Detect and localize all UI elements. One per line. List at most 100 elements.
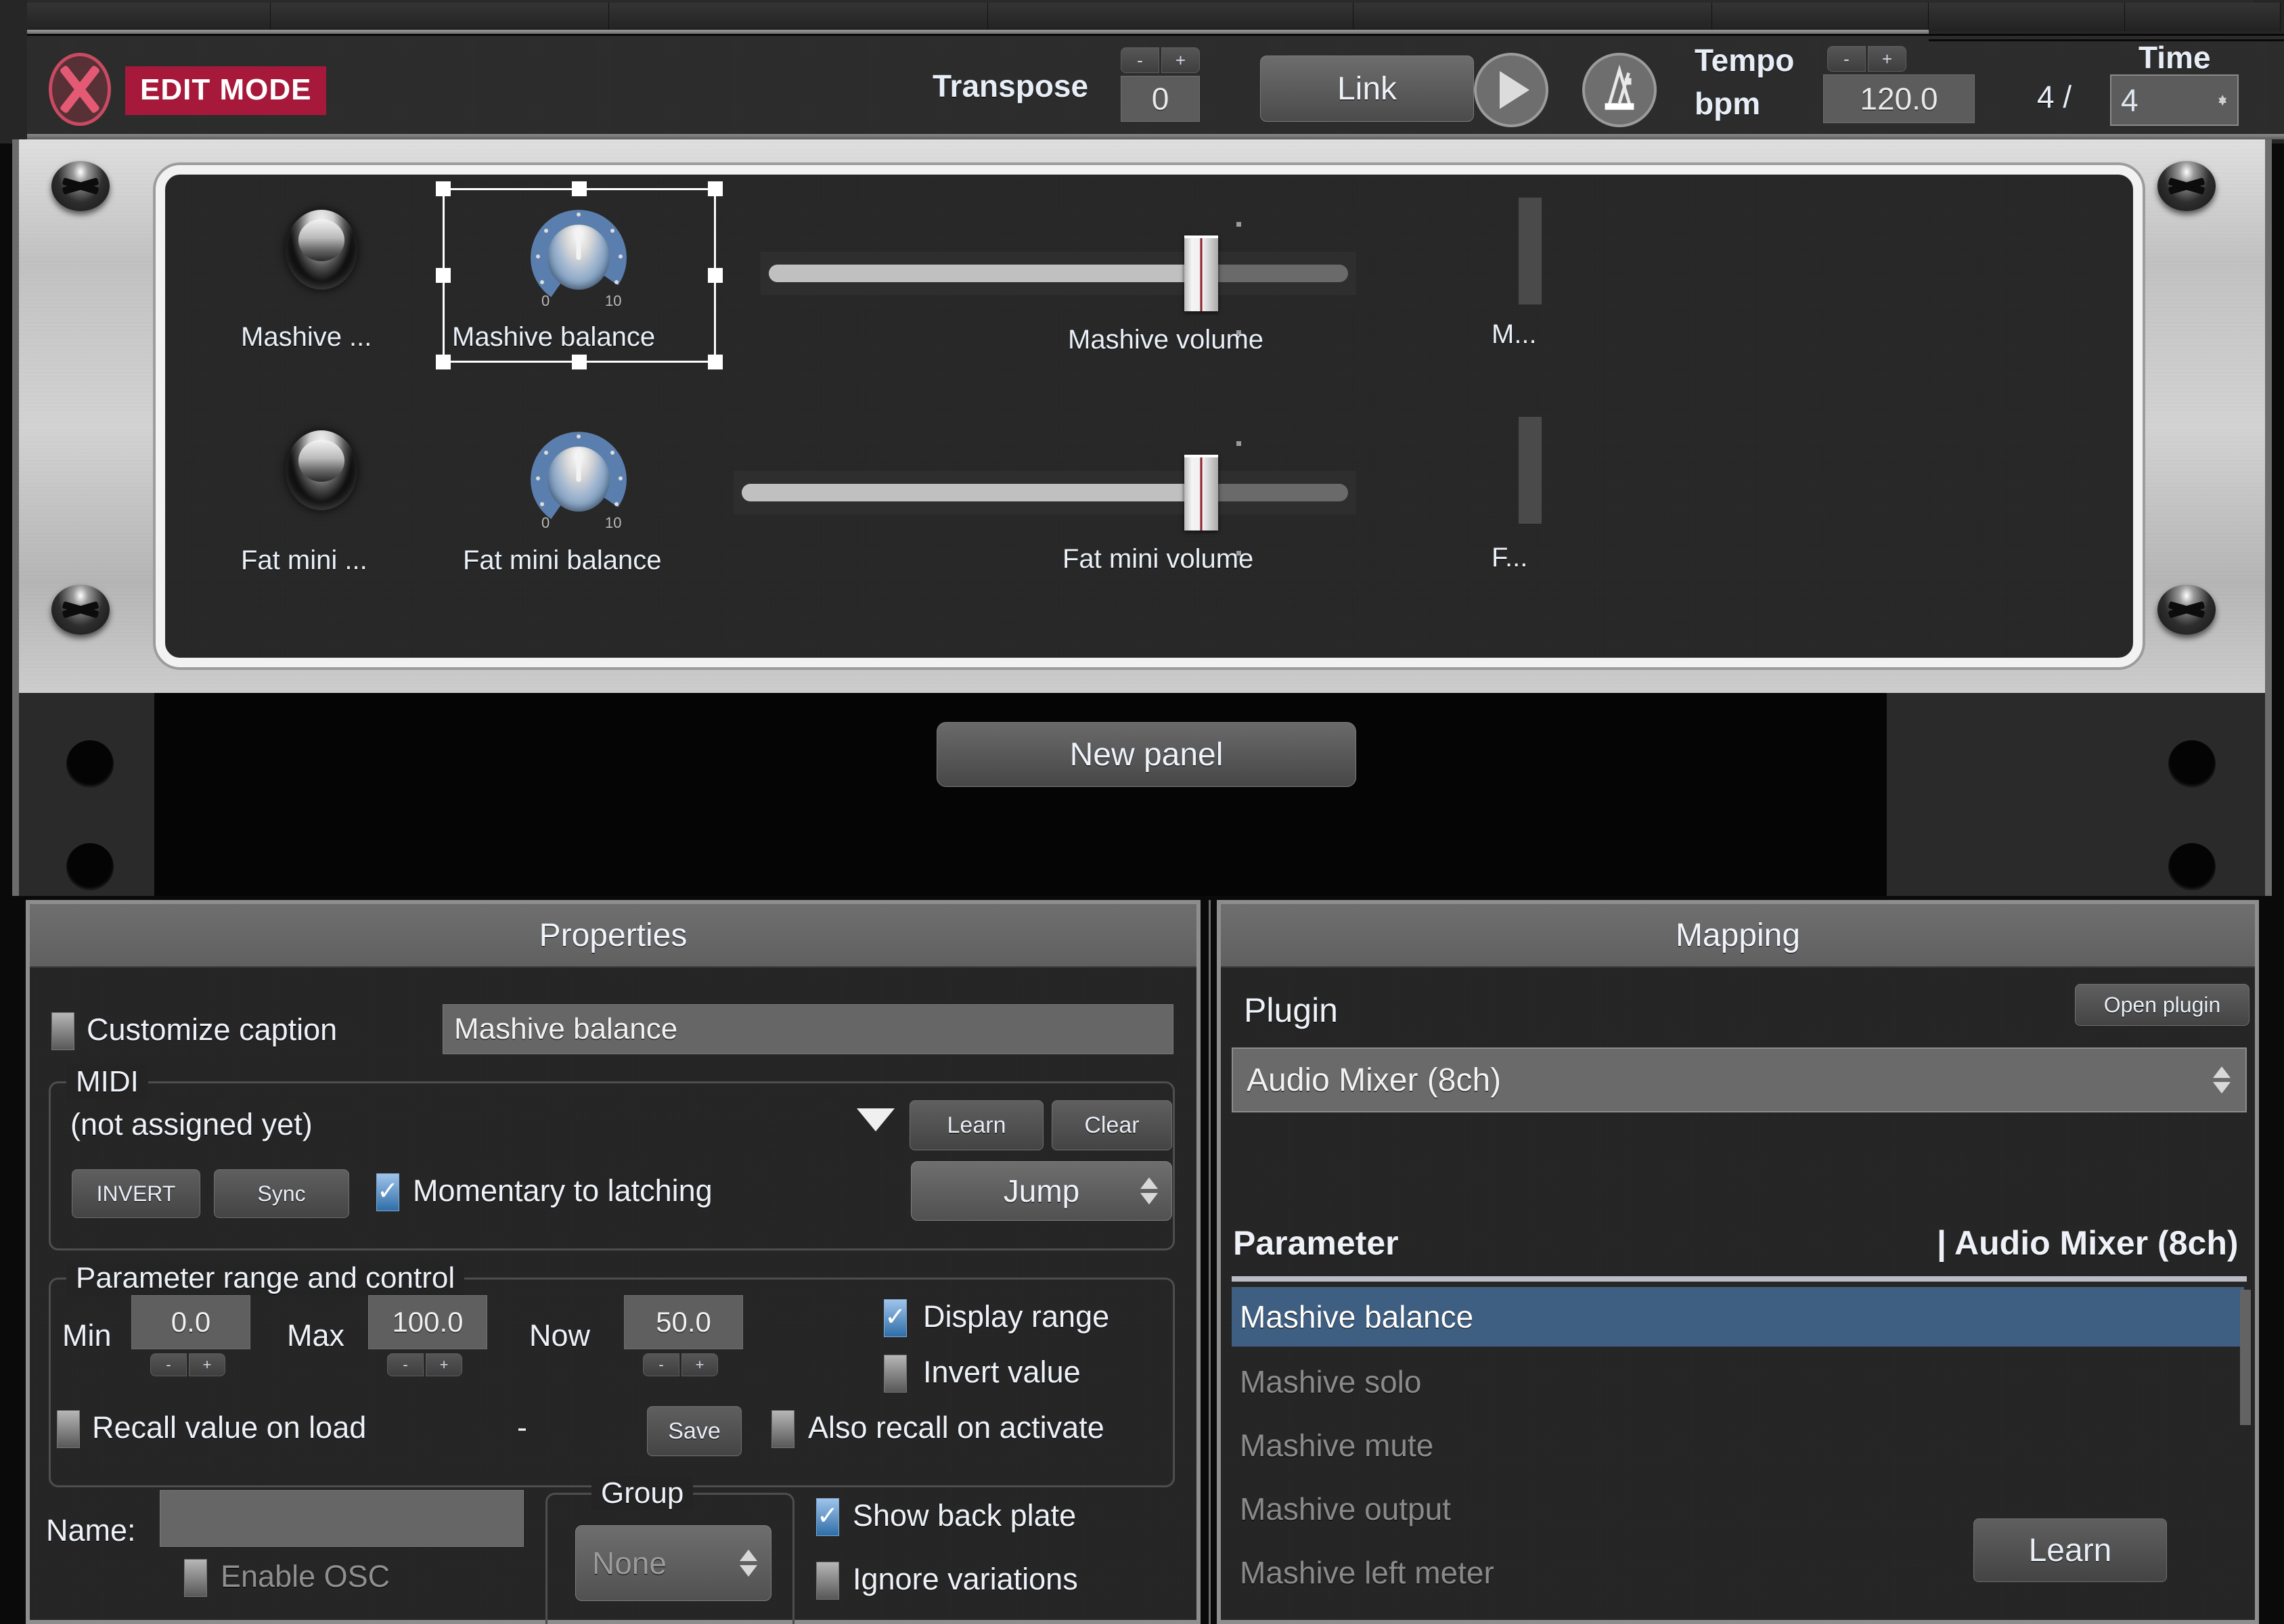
min-minus-button[interactable]: -	[150, 1353, 187, 1376]
link-button[interactable]: Link	[1260, 55, 1474, 122]
selection-handle-e[interactable]	[708, 268, 723, 283]
now-plus-button[interactable]: +	[681, 1353, 718, 1376]
plugin-value: Audio Mixer (8ch)	[1247, 1062, 1502, 1098]
parameter-row-0[interactable]: Mashive balance	[1232, 1287, 2244, 1347]
parameter-name: Mashive balance	[1240, 1299, 1474, 1334]
midi-sync-button[interactable]: Sync	[214, 1169, 349, 1218]
knob-scale-max: 10	[605, 514, 622, 531]
knob-scale-max: 10	[605, 292, 622, 309]
toolbar-tab[interactable]	[988, 3, 1353, 31]
transpose-stepper[interactable]: - +	[1121, 47, 1200, 73]
toolbar-tab[interactable]	[271, 3, 609, 31]
momentary-latching-checkbox[interactable]	[376, 1173, 399, 1211]
metronome-icon[interactable]	[1582, 53, 1657, 127]
tempo-plus-button[interactable]: +	[1868, 46, 1906, 72]
knob-pointer	[576, 227, 581, 260]
chevron-down-icon[interactable]	[857, 1108, 895, 1131]
display-range-checkbox[interactable]	[884, 1299, 907, 1337]
rack-panel-surface: Mashive ... 0 10 Mashive balance Mashive…	[156, 165, 2143, 667]
midi-mode-arrows[interactable]	[1140, 1177, 1158, 1204]
selection-handle-s[interactable]	[572, 355, 587, 369]
fatmini-rotary-knob[interactable]	[286, 430, 357, 510]
transpose-plus-button[interactable]: +	[1161, 47, 1200, 73]
selection-handle-w[interactable]	[436, 268, 451, 283]
rack-screw	[51, 161, 110, 211]
time-spin-arrows[interactable]: ▲ ▼	[2216, 92, 2229, 108]
parameter-row-1[interactable]: Mashive solo	[1232, 1352, 2244, 1412]
selection-handle-sw[interactable]	[436, 355, 451, 369]
group-select[interactable]: None	[575, 1525, 771, 1601]
max-minus-button[interactable]: -	[387, 1353, 424, 1376]
min-stepper[interactable]: - +	[150, 1353, 225, 1376]
selection-handle-nw[interactable]	[436, 181, 451, 196]
now-stepper[interactable]: - +	[643, 1353, 718, 1376]
also-recall-checkbox[interactable]	[771, 1410, 794, 1448]
momentary-latching-label: Momentary to latching	[413, 1173, 713, 1208]
play-icon[interactable]	[1474, 53, 1548, 127]
invert-value-checkbox[interactable]	[884, 1355, 907, 1393]
toolbar-tab[interactable]	[1929, 3, 2125, 31]
min-label: Min	[62, 1318, 112, 1353]
parameter-list-scrollbar[interactable]	[2240, 1290, 2251, 1425]
now-minus-button[interactable]: -	[643, 1353, 679, 1376]
plugin-select[interactable]: Audio Mixer (8ch)	[1232, 1047, 2247, 1112]
toolbar-tab[interactable]	[1353, 3, 1712, 31]
invert-value-label: Invert value	[923, 1355, 1081, 1389]
caption-input[interactable]: Mashive balance	[443, 1004, 1173, 1054]
toolbar-tab[interactable]	[27, 3, 271, 31]
min-value-field[interactable]: 0.0	[131, 1295, 250, 1349]
max-stepper[interactable]: - +	[387, 1353, 462, 1376]
midi-learn-button[interactable]: Learn	[910, 1100, 1044, 1150]
edit-mode-badge[interactable]: EDIT MODE	[125, 66, 327, 115]
midi-clear-button[interactable]: Clear	[1052, 1100, 1172, 1150]
ignore-variations-checkbox[interactable]	[816, 1562, 839, 1600]
selection-handle-n[interactable]	[572, 181, 587, 196]
parameter-row-2[interactable]: Mashive mute	[1232, 1416, 2244, 1475]
arrow-down-icon	[2213, 1082, 2231, 1093]
tempo-minus-button[interactable]: -	[1827, 46, 1866, 72]
mashive-volume-slider[interactable]	[761, 235, 1356, 311]
mashive-balance-knob[interactable]: 0 10	[528, 204, 629, 309]
mashive-rotary-knob[interactable]	[286, 210, 357, 290]
edit-mode-x-icon[interactable]	[49, 53, 111, 126]
new-panel-button[interactable]: New panel	[937, 722, 1356, 787]
save-button[interactable]: Save	[647, 1406, 742, 1456]
plugin-select-arrows[interactable]	[2213, 1066, 2231, 1093]
name-input[interactable]	[160, 1490, 524, 1547]
recall-on-load-checkbox[interactable]	[57, 1410, 80, 1448]
knob-tick	[610, 229, 614, 233]
knob-tick	[577, 212, 581, 217]
slider-thumb[interactable]	[1184, 235, 1218, 311]
show-back-plate-checkbox[interactable]	[816, 1498, 839, 1536]
open-plugin-button[interactable]: Open plugin	[2075, 984, 2249, 1026]
mashive-volume-caption: Mashive volume	[1068, 325, 1264, 355]
max-value-field[interactable]: 100.0	[368, 1295, 487, 1349]
min-plus-button[interactable]: +	[189, 1353, 225, 1376]
transpose-value-field[interactable]: 0	[1121, 76, 1200, 122]
knob-tick	[536, 476, 540, 480]
selection-handle-se[interactable]	[708, 355, 723, 369]
tempo-stepper[interactable]: - +	[1827, 46, 1906, 72]
midi-mode-select[interactable]: Jump	[911, 1161, 1172, 1221]
customize-caption-checkbox[interactable]	[51, 1012, 74, 1050]
time-denominator-select[interactable]: 4 ▲ ▼	[2110, 74, 2239, 126]
arrow-up-icon	[740, 1550, 757, 1561]
tempo-value-field[interactable]: 120.0	[1823, 74, 1975, 123]
slider-thumb[interactable]	[1184, 455, 1218, 531]
toolbar-tab[interactable]	[1712, 3, 1929, 31]
rack-screw	[2157, 161, 2216, 211]
fatmini-balance-knob[interactable]: 0 10	[528, 426, 629, 531]
group-arrows[interactable]	[740, 1550, 757, 1577]
toolbar-tab[interactable]	[2125, 3, 2281, 31]
pane-divider	[1209, 900, 1211, 1624]
midi-invert-button[interactable]: INVERT	[72, 1169, 200, 1218]
enable-osc-checkbox[interactable]	[184, 1559, 207, 1597]
knob-scale-min: 0	[541, 292, 550, 309]
transpose-minus-button[interactable]: -	[1121, 47, 1159, 73]
fatmini-volume-slider[interactable]	[734, 455, 1356, 531]
toolbar-tab[interactable]	[609, 3, 988, 31]
selection-handle-ne[interactable]	[708, 181, 723, 196]
mapping-learn-button[interactable]: Learn	[1973, 1518, 2167, 1582]
max-plus-button[interactable]: +	[426, 1353, 462, 1376]
now-value-field[interactable]: 50.0	[624, 1295, 743, 1349]
